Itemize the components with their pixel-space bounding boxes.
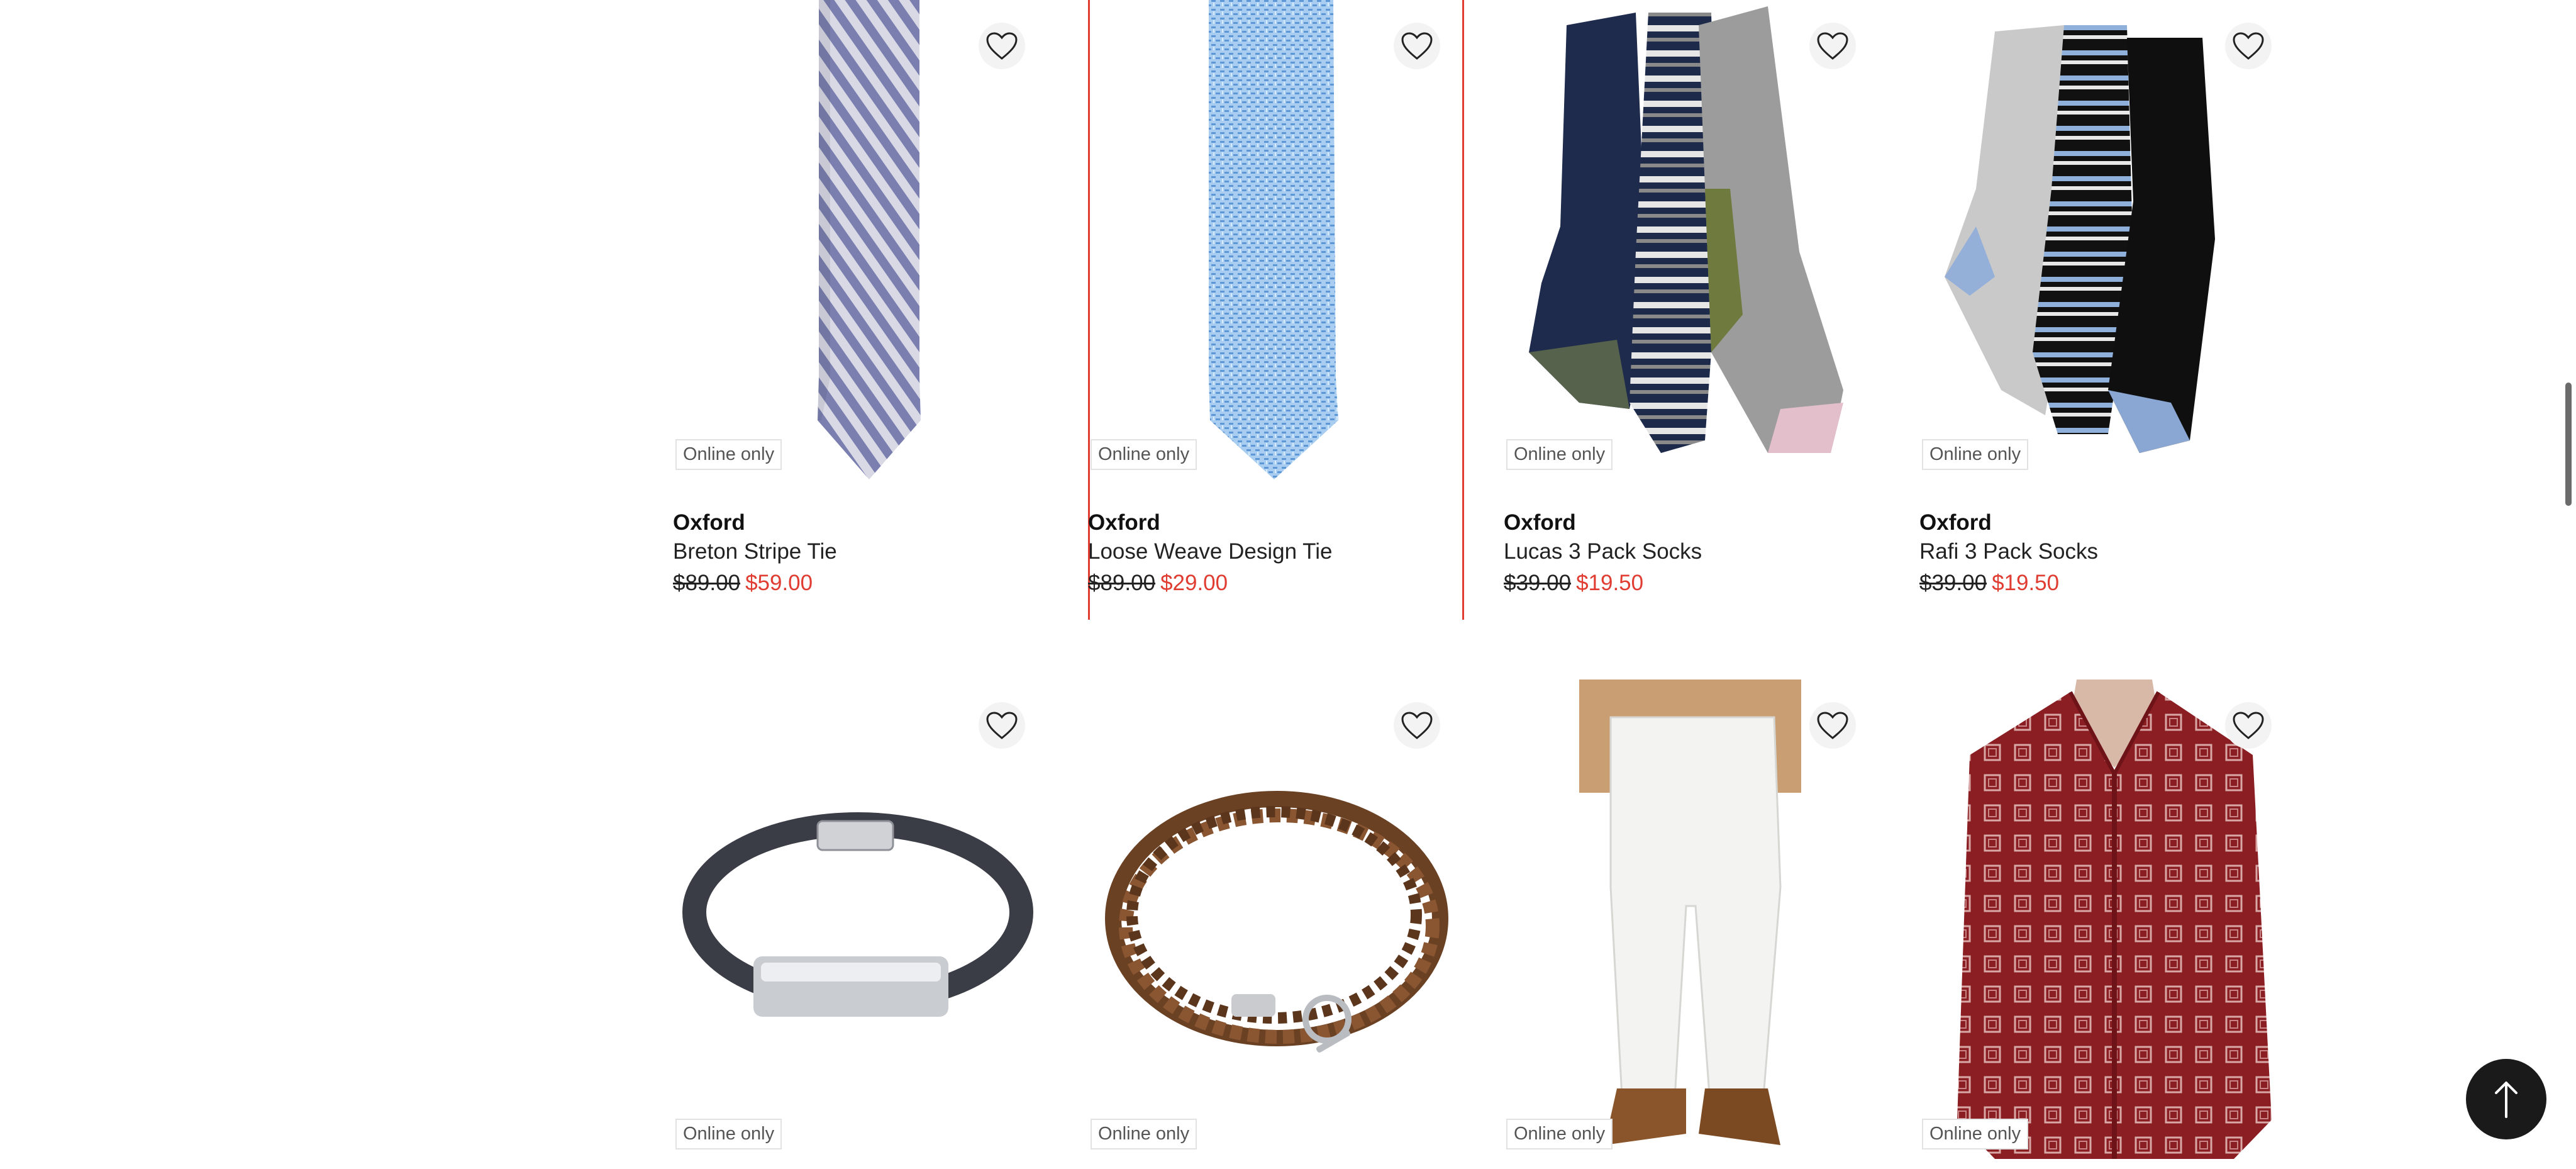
online-only-badge: Online only	[1922, 439, 2029, 470]
original-price: $39.00	[1919, 571, 1987, 595]
product-name[interactable]: Loose Weave Design Tie	[1088, 537, 1459, 566]
online-only-badge: Online only	[1091, 1119, 1197, 1149]
favorite-button[interactable]	[2225, 702, 2272, 749]
favorite-button[interactable]	[1394, 23, 1440, 69]
favorite-button[interactable]	[1394, 702, 1440, 749]
online-only-badge: Online only	[1922, 1119, 2029, 1149]
sale-price: $19.50	[1576, 571, 1644, 595]
favorite-button[interactable]	[979, 702, 1025, 749]
heart-outline-icon	[1817, 712, 1848, 739]
back-to-top-button[interactable]	[2466, 1059, 2546, 1139]
heart-outline-icon	[986, 712, 1018, 739]
product-brand[interactable]: Oxford	[1088, 508, 1459, 537]
product-card[interactable]: Online only Oxford Lucas 3 Pack Socks $3…	[1504, 0, 1881, 620]
sale-price: $19.50	[1992, 571, 2060, 595]
favorite-button[interactable]	[2225, 23, 2272, 69]
favorite-button[interactable]	[979, 23, 1025, 69]
product-brand[interactable]: Oxford	[1504, 508, 1875, 537]
product-name[interactable]: Breton Stripe Tie	[673, 537, 1044, 566]
original-price: $89.00	[673, 571, 741, 595]
product-price: $89.00 $29.00	[1088, 566, 1459, 600]
product-card[interactable]: Online only Oxford Rafi 3 Pack Socks $39…	[1919, 0, 2297, 620]
online-only-badge: Online only	[675, 439, 782, 470]
product-card[interactable]: Online only	[1919, 680, 2297, 1169]
heart-outline-icon	[1401, 712, 1433, 739]
product-image-socks-lucas[interactable]	[1504, 0, 1881, 484]
product-card[interactable]: Online only	[1504, 680, 1881, 1169]
product-card[interactable]: Online only	[673, 680, 1050, 1169]
product-name[interactable]: Lucas 3 Pack Socks	[1504, 537, 1875, 566]
product-image-red-shirt[interactable]	[1919, 680, 2297, 1159]
product-card[interactable]: Online only	[1088, 680, 1465, 1169]
online-only-badge: Online only	[1506, 1119, 1613, 1149]
sale-price: $29.00	[1160, 571, 1228, 595]
product-image-tie-stripe[interactable]	[673, 0, 1050, 484]
product-card[interactable]: Online only Oxford Breton Stripe Tie $89…	[673, 0, 1050, 620]
online-only-badge: Online only	[1091, 439, 1197, 470]
product-price: $39.00 $19.50	[1504, 566, 1875, 600]
product-name[interactable]: Rafi 3 Pack Socks	[1919, 537, 2290, 566]
original-price: $39.00	[1504, 571, 1572, 595]
product-brand[interactable]: Oxford	[1919, 508, 2290, 537]
heart-outline-icon	[1817, 32, 1848, 60]
sale-price: $59.00	[745, 571, 813, 595]
product-card[interactable]: Online only Oxford Loose Weave Design Ti…	[1088, 0, 1465, 620]
heart-outline-icon	[2233, 32, 2264, 60]
online-only-badge: Online only	[675, 1119, 782, 1149]
product-price: $39.00 $19.50	[1919, 566, 2290, 600]
product-price: $89.00 $59.00	[673, 566, 1044, 600]
favorite-button[interactable]	[1809, 702, 1856, 749]
product-info: Oxford Lucas 3 Pack Socks $39.00 $19.50	[1504, 508, 1875, 600]
product-image-braided-bracelet[interactable]	[1088, 680, 1465, 1159]
product-image-tie-weave[interactable]	[1088, 0, 1465, 484]
product-info: Oxford Loose Weave Design Tie $89.00 $29.…	[1088, 508, 1459, 600]
product-grid-page: Online only Oxford Breton Stripe Tie $89…	[0, 0, 2576, 1169]
product-info: Oxford Breton Stripe Tie $89.00 $59.00	[673, 508, 1044, 600]
product-brand[interactable]: Oxford	[673, 508, 1044, 537]
original-price: $89.00	[1088, 571, 1156, 595]
scrollbar-thumb[interactable]	[2565, 383, 2572, 506]
product-image-socks-rafi[interactable]	[1919, 0, 2297, 484]
heart-outline-icon	[2233, 712, 2264, 739]
product-image-white-chinos[interactable]	[1504, 680, 1881, 1159]
product-info: Oxford Rafi 3 Pack Socks $39.00 $19.50	[1919, 508, 2290, 600]
product-image-leather-bracelet[interactable]	[673, 680, 1050, 1159]
favorite-button[interactable]	[1809, 23, 1856, 69]
heart-outline-icon	[1401, 32, 1433, 60]
arrow-up-icon	[2495, 1082, 2518, 1118]
heart-outline-icon	[986, 32, 1018, 60]
online-only-badge: Online only	[1506, 439, 1613, 470]
